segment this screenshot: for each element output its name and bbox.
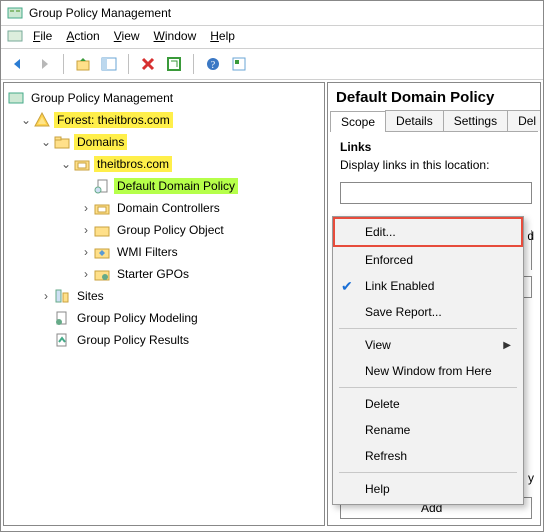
collapse-icon[interactable]: ⌄ <box>60 158 72 170</box>
ctx-separator <box>339 387 517 388</box>
menu-action[interactable]: Action <box>66 29 99 43</box>
forward-button[interactable] <box>33 53 55 75</box>
tree-ddp[interactable]: › Default Domain Policy <box>6 175 322 197</box>
tree-gpo[interactable]: › Group Policy Object <box>6 219 322 241</box>
results-icon <box>54 332 70 348</box>
context-menu: Edit... Enforced ✔ Link Enabled Save Rep… <box>332 216 524 505</box>
wmi-icon <box>94 244 110 260</box>
forest-icon <box>34 112 50 128</box>
links-heading: Links <box>328 132 540 156</box>
tree-domain-label: theitbros.com <box>94 156 172 172</box>
tree-dc[interactable]: › Domain Controllers <box>6 197 322 219</box>
tree-domains-label: Domains <box>74 134 127 150</box>
expand-icon[interactable]: › <box>40 290 52 302</box>
back-button[interactable] <box>7 53 29 75</box>
tab-scope[interactable]: Scope <box>330 111 386 132</box>
ctx-delete[interactable]: Delete <box>335 391 521 417</box>
ctx-edit[interactable]: Edit... <box>333 217 523 247</box>
gpo-link-icon <box>94 178 110 194</box>
submenu-arrow-icon: ▶ <box>503 340 511 351</box>
svg-text:?: ? <box>211 60 216 71</box>
help-button[interactable]: ? <box>202 53 224 75</box>
tree-starter-label: Starter GPOs <box>114 266 192 282</box>
separator <box>128 54 129 74</box>
toolbar: ? <box>1 49 543 80</box>
ou-icon <box>94 200 110 216</box>
expand-icon[interactable]: › <box>80 268 92 280</box>
tree-sites[interactable]: › Sites <box>6 285 322 307</box>
gpo-folder-icon <box>94 222 110 238</box>
modeling-icon <box>54 310 70 326</box>
tree-forest-label: Forest: theitbros.com <box>54 112 173 128</box>
ctx-refresh[interactable]: Refresh <box>335 443 521 469</box>
refresh-button[interactable] <box>163 53 185 75</box>
tab-details[interactable]: Details <box>385 110 444 131</box>
links-description: Display links in this location: <box>328 156 540 178</box>
collapse-icon[interactable]: ⌄ <box>20 114 32 126</box>
details-title: Default Domain Policy <box>328 83 540 110</box>
tree-gpo-label: Group Policy Object <box>114 222 227 238</box>
tree-results[interactable]: › Group Policy Results <box>6 329 322 351</box>
app-icon <box>7 5 23 21</box>
tree-root-label: Group Policy Management <box>28 90 176 106</box>
tab-settings[interactable]: Settings <box>443 110 508 131</box>
domain-icon <box>74 156 90 172</box>
check-icon: ✔ <box>341 278 353 295</box>
tree-starter[interactable]: › Starter GPOs <box>6 263 322 285</box>
menu-file[interactable]: File <box>33 29 52 43</box>
truncated-char: d <box>527 229 534 243</box>
tree-modeling[interactable]: › Group Policy Modeling <box>6 307 322 329</box>
title-bar: Group Policy Management <box>1 1 543 26</box>
menu-bar: File Action View Window Help <box>1 26 543 49</box>
up-button[interactable] <box>72 53 94 75</box>
menu-view[interactable]: View <box>114 29 140 43</box>
tree-root[interactable]: Group Policy Management <box>6 87 322 109</box>
tree-domains[interactable]: ⌄ Domains <box>6 131 322 153</box>
starter-gpo-icon <box>94 266 110 282</box>
ctx-link-enabled[interactable]: ✔ Link Enabled <box>335 273 521 299</box>
menu-window[interactable]: Window <box>154 29 197 43</box>
expand-icon[interactable]: › <box>80 224 92 236</box>
window-title: Group Policy Management <box>29 6 171 20</box>
mmc-icon <box>7 28 23 44</box>
delete-button[interactable] <box>137 53 159 75</box>
separator <box>63 54 64 74</box>
ctx-view[interactable]: View ▶ <box>335 332 521 358</box>
tree-results-label: Group Policy Results <box>74 332 192 348</box>
ctx-save-report[interactable]: Save Report... <box>335 299 521 325</box>
gpm-root-icon <box>8 90 24 106</box>
ctx-rename[interactable]: Rename <box>335 417 521 443</box>
tree-modeling-label: Group Policy Modeling <box>74 310 201 326</box>
properties-button[interactable] <box>228 53 250 75</box>
tree-forest[interactable]: ⌄ Forest: theitbros.com <box>6 109 322 131</box>
console-tree: Group Policy Management ⌄ Forest: theitb… <box>3 82 325 526</box>
collapse-icon[interactable]: ⌄ <box>40 136 52 148</box>
tab-delegation[interactable]: Del <box>507 110 541 131</box>
ctx-separator <box>339 328 517 329</box>
domains-folder-icon <box>54 134 70 150</box>
tab-strip: Scope Details Settings Del <box>330 110 538 132</box>
location-dropdown[interactable] <box>340 182 532 204</box>
tree-sites-label: Sites <box>74 288 107 304</box>
tree-wmi-label: WMI Filters <box>114 244 181 260</box>
ctx-separator <box>339 472 517 473</box>
sites-icon <box>54 288 70 304</box>
tree-ddp-label: Default Domain Policy <box>114 178 238 194</box>
ctx-enforced[interactable]: Enforced <box>335 247 521 273</box>
separator <box>193 54 194 74</box>
tree-domain[interactable]: ⌄ theitbros.com <box>6 153 322 175</box>
show-hide-console-tree-button[interactable] <box>98 53 120 75</box>
menu-help[interactable]: Help <box>210 29 235 43</box>
expand-icon[interactable]: › <box>80 246 92 258</box>
expand-icon[interactable]: › <box>80 202 92 214</box>
tree-wmi[interactable]: › WMI Filters <box>6 241 322 263</box>
truncated-char: y <box>528 471 534 485</box>
ctx-help[interactable]: Help <box>335 476 521 502</box>
ctx-new-window[interactable]: New Window from Here <box>335 358 521 384</box>
tree-dc-label: Domain Controllers <box>114 200 223 216</box>
